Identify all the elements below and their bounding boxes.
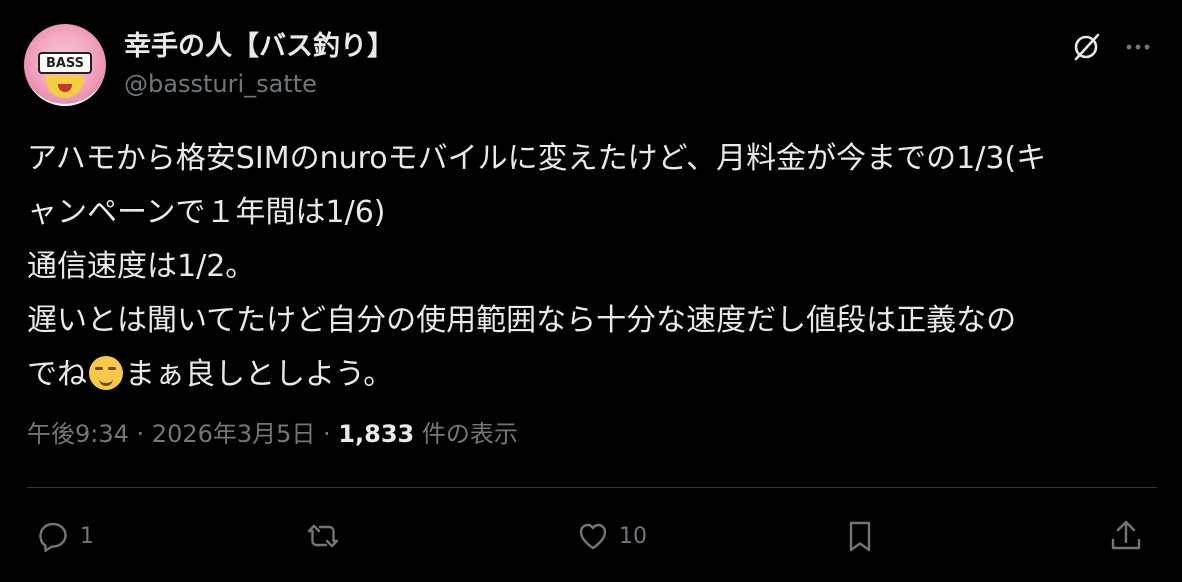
tweet-meta: 午後9:34 · 2026年3月5日 · 1,833 件の表示 [27, 414, 518, 449]
bookmark-icon [849, 521, 871, 552]
divider [27, 487, 1157, 488]
tweet-line: 遅いとは聞いてたけど自分の使用範囲なら十分な速度だし値段は正義なの [27, 303, 1017, 338]
like-count: 10 [619, 523, 647, 549]
tweet-line: アハモから格安SIMのnuroモバイルに変えたけど、月料金が今までの1/3(キ [27, 141, 1047, 176]
avatar[interactable]: BASS [24, 24, 106, 106]
tweet-line: でね [27, 357, 87, 392]
repost-button[interactable] [305, 516, 341, 556]
author-handle[interactable]: @bassturi_satte [124, 70, 317, 98]
tweet-text: アハモから格安SIMのnuroモバイルに変えたけど、月料金が今までの1/3(キ … [27, 132, 1167, 402]
reply-button[interactable]: 1 [36, 516, 94, 556]
meta-separator: · [128, 420, 152, 448]
share-button[interactable] [1108, 516, 1144, 556]
reply-icon [39, 522, 67, 552]
tweet-line: 通信速度は1/2。 [27, 249, 256, 284]
views-label: 件の表示 [414, 420, 518, 448]
tweet-date[interactable]: 2026年3月5日 [152, 420, 316, 448]
tweet-line: ャンペーンで１年間は1/6) [27, 195, 386, 230]
heart-icon [579, 523, 607, 550]
smirking-face-emoji-icon [89, 356, 123, 390]
author-display-name[interactable]: 幸手の人【バス釣り】 [124, 24, 394, 63]
avatar-badge-text: BASS [38, 52, 92, 74]
bookmark-button[interactable] [842, 516, 878, 556]
share-icon [1111, 520, 1141, 550]
meta-separator: · [315, 420, 339, 448]
reply-count: 1 [80, 523, 94, 549]
repost-icon [307, 524, 339, 548]
tweet-line: まぁ良しとしよう。 [125, 357, 394, 392]
views-count[interactable]: 1,833 [338, 420, 414, 448]
tweet-time[interactable]: 午後9:34 [27, 420, 129, 448]
more-options-icon[interactable] [1121, 30, 1155, 64]
like-button[interactable]: 10 [575, 516, 647, 556]
grok-icon[interactable] [1069, 30, 1103, 64]
